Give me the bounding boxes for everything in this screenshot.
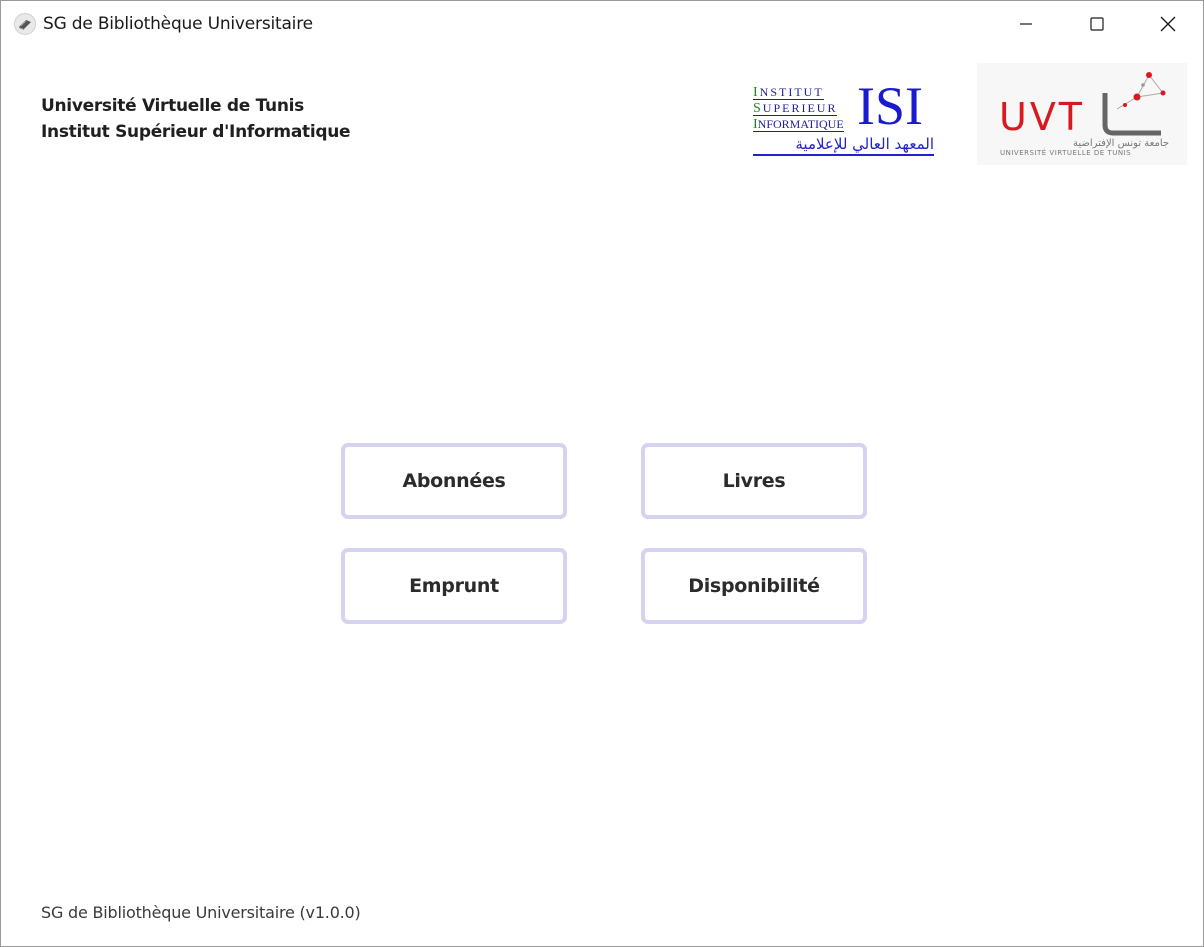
close-icon bbox=[1160, 16, 1176, 32]
isi-logo-big: ISI bbox=[857, 76, 923, 136]
version-footer: SG de Bibliothèque Universitaire (v1.0.0… bbox=[41, 903, 361, 922]
window-title: SG de Bibliothèque Universitaire bbox=[43, 14, 313, 34]
institute-name: Institut Supérieur d'Informatique bbox=[41, 122, 351, 142]
isi-logo-arabic: المعهد العالي للإعلامية bbox=[753, 134, 934, 156]
livres-button[interactable]: Livres bbox=[641, 443, 867, 519]
app-window: SG de Bibliothèque Universitaire Univers… bbox=[0, 0, 1204, 947]
uvt-logo: UVT جامعة تونس الإفتراضية UNIVERSITÉ VIR… bbox=[977, 63, 1187, 165]
abonnees-button[interactable]: Abonnées bbox=[341, 443, 567, 519]
uvt-logo-text: UVT bbox=[999, 95, 1086, 139]
uvt-logo-subtitle: UNIVERSITÉ VIRTUELLE DE TUNIS bbox=[1000, 149, 1132, 157]
university-name: Université Virtuelle de Tunis bbox=[41, 96, 304, 116]
maximize-icon bbox=[1090, 17, 1104, 31]
isi-logo-row2: SUPERIEUR bbox=[753, 101, 838, 116]
uvt-network-graphic bbox=[1102, 72, 1166, 136]
emprunt-button[interactable]: Emprunt bbox=[341, 548, 567, 624]
isi-logo: INSTITUT SUPERIEUR INFORMATIQUE ISI المع… bbox=[753, 79, 937, 159]
title-bar[interactable]: SG de Bibliothèque Universitaire bbox=[1, 1, 1203, 47]
disponibilite-button[interactable]: Disponibilité bbox=[641, 548, 867, 624]
isi-logo-row3: INFORMATIQUE bbox=[753, 117, 844, 132]
maximize-button[interactable] bbox=[1074, 1, 1120, 47]
minimize-icon bbox=[1020, 23, 1032, 25]
minimize-button[interactable] bbox=[1003, 1, 1049, 47]
book-icon bbox=[14, 13, 36, 35]
close-button[interactable] bbox=[1145, 1, 1191, 47]
organization-header: Université Virtuelle de Tunis Institut S… bbox=[41, 93, 351, 145]
isi-logo-row1: INSTITUT bbox=[753, 85, 824, 100]
uvt-logo-arabic: جامعة تونس الإفتراضية bbox=[1073, 138, 1170, 149]
